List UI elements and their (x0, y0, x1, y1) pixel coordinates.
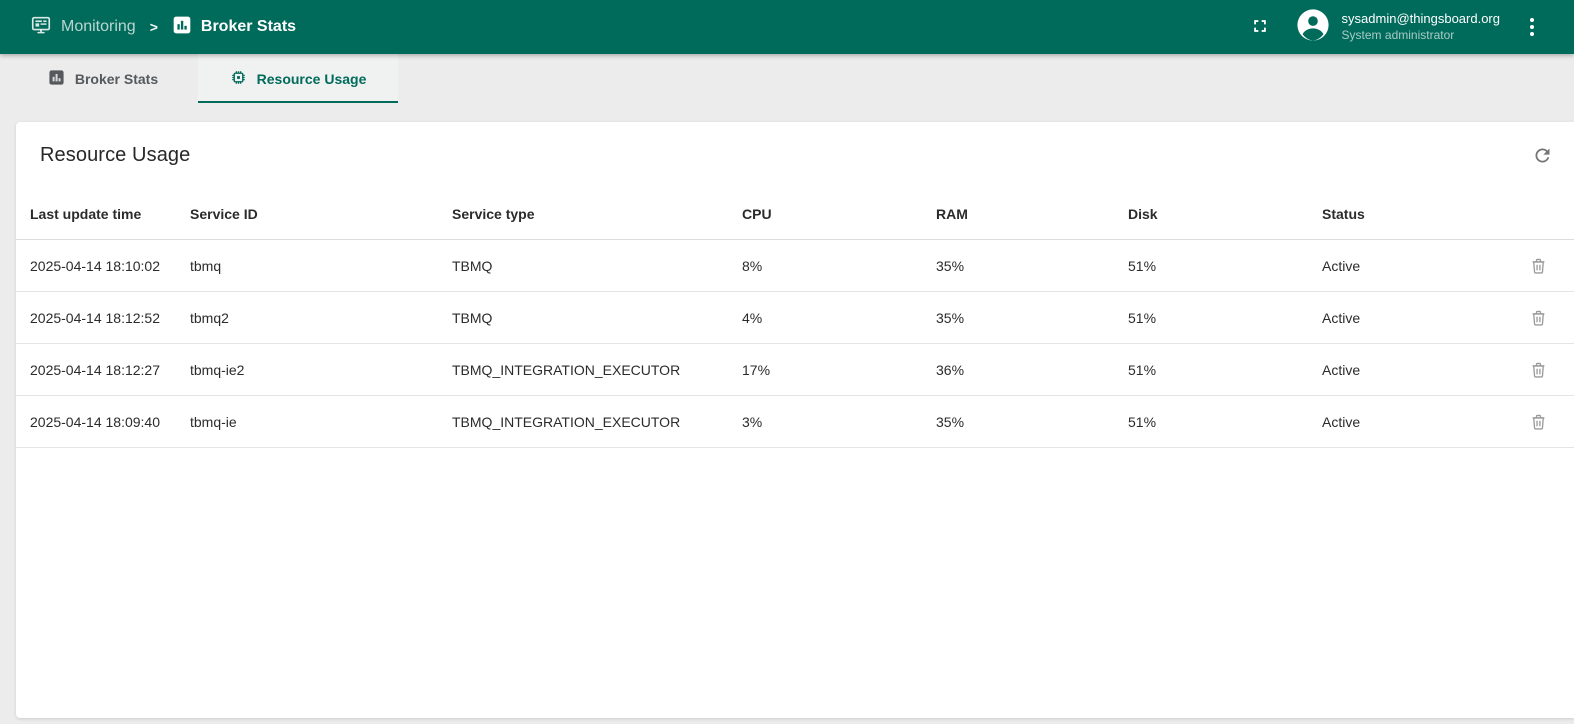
cell-last-update-time: 2025-04-14 18:09:40 (30, 414, 190, 430)
tab-label: Resource Usage (257, 71, 367, 87)
delete-trash-icon (1529, 360, 1548, 379)
user-info[interactable]: sysadmin@thingsboard.org System administ… (1342, 11, 1500, 43)
cell-service-type: TBMQ_INTEGRATION_EXECUTOR (452, 414, 742, 430)
delete-row-button[interactable] (1520, 248, 1556, 284)
tab-label: Broker Stats (75, 71, 158, 87)
breadcrumb-item-broker-stats[interactable]: Broker Stats (172, 15, 296, 40)
cell-service-type: TBMQ_INTEGRATION_EXECUTOR (452, 362, 742, 378)
cell-last-update-time: 2025-04-14 18:12:52 (30, 310, 190, 326)
table-header-row: Last update time Service ID Service type… (16, 188, 1574, 240)
cell-cpu: 4% (742, 310, 936, 326)
column-header-service-type[interactable]: Service type (452, 206, 742, 222)
tab-resource-usage[interactable]: Resource Usage (198, 54, 398, 103)
cell-status: Active (1322, 362, 1510, 378)
column-header-disk[interactable]: Disk (1128, 206, 1322, 222)
column-header-last-update-time[interactable]: Last update time (30, 206, 190, 222)
kebab-menu-icon (1530, 18, 1534, 36)
tab-broker-stats[interactable]: Broker Stats (8, 54, 198, 103)
bar-chart-icon (48, 69, 65, 89)
user-email: sysadmin@thingsboard.org (1342, 11, 1500, 28)
monitoring-display-icon (30, 14, 52, 41)
cell-ram: 35% (936, 414, 1128, 430)
cell-service-id: tbmq-ie2 (190, 362, 452, 378)
tab-bar: Broker Stats Resource Usage (0, 54, 1574, 103)
column-header-cpu[interactable]: CPU (742, 206, 936, 222)
fullscreen-button[interactable] (1242, 9, 1278, 45)
table-row[interactable]: 2025-04-14 18:12:52 tbmq2 TBMQ 4% 35% 51… (16, 292, 1574, 344)
column-header-service-id[interactable]: Service ID (190, 206, 452, 222)
cell-disk: 51% (1128, 362, 1322, 378)
cell-last-update-time: 2025-04-14 18:12:27 (30, 362, 190, 378)
card-header: Resource Usage (16, 122, 1574, 188)
breadcrumb: Monitoring > Broker Stats (30, 14, 296, 41)
bar-chart-icon (172, 15, 192, 40)
cell-ram: 35% (936, 310, 1128, 326)
app-bar: Monitoring > Broker Stats (0, 0, 1574, 54)
table-row[interactable]: 2025-04-14 18:10:02 tbmq TBMQ 8% 35% 51%… (16, 240, 1574, 292)
refresh-button[interactable] (1524, 137, 1560, 173)
page-title: Resource Usage (40, 144, 190, 167)
delete-row-button[interactable] (1520, 352, 1556, 388)
column-header-ram[interactable]: RAM (936, 206, 1128, 222)
cell-ram: 36% (936, 362, 1128, 378)
breadcrumb-label-broker-stats: Broker Stats (201, 18, 296, 36)
cell-cpu: 17% (742, 362, 936, 378)
delete-trash-icon (1529, 256, 1548, 275)
cell-cpu: 3% (742, 414, 936, 430)
resource-usage-card: Resource Usage Last update time Service … (16, 122, 1574, 718)
column-header-status[interactable]: Status (1322, 206, 1510, 222)
cell-disk: 51% (1128, 310, 1322, 326)
cell-service-type: TBMQ (452, 258, 742, 274)
more-options-button[interactable] (1518, 9, 1546, 45)
breadcrumb-label-monitoring: Monitoring (61, 18, 136, 36)
memory-chip-icon (230, 69, 247, 89)
cell-status: Active (1322, 258, 1510, 274)
cell-service-id: tbmq2 (190, 310, 452, 326)
delete-row-button[interactable] (1520, 300, 1556, 336)
table-row[interactable]: 2025-04-14 18:09:40 tbmq-ie TBMQ_INTEGRA… (16, 396, 1574, 448)
delete-row-button[interactable] (1520, 404, 1556, 440)
cell-cpu: 8% (742, 258, 936, 274)
cell-ram: 35% (936, 258, 1128, 274)
cell-service-id: tbmq-ie (190, 414, 452, 430)
table-body: 2025-04-14 18:10:02 tbmq TBMQ 8% 35% 51%… (16, 240, 1574, 448)
cell-service-type: TBMQ (452, 310, 742, 326)
fullscreen-icon (1250, 16, 1270, 39)
account-circle-icon[interactable] (1296, 8, 1330, 47)
breadcrumb-item-monitoring[interactable]: Monitoring (30, 14, 136, 41)
cell-status: Active (1322, 414, 1510, 430)
delete-trash-icon (1529, 412, 1548, 431)
resource-usage-table: Last update time Service ID Service type… (16, 188, 1574, 448)
cell-disk: 51% (1128, 258, 1322, 274)
cell-status: Active (1322, 310, 1510, 326)
table-row[interactable]: 2025-04-14 18:12:27 tbmq-ie2 TBMQ_INTEGR… (16, 344, 1574, 396)
appbar-actions: sysadmin@thingsboard.org System administ… (1242, 8, 1546, 47)
breadcrumb-separator: > (146, 19, 162, 35)
cell-last-update-time: 2025-04-14 18:10:02 (30, 258, 190, 274)
cell-disk: 51% (1128, 414, 1322, 430)
refresh-icon (1532, 145, 1553, 166)
cell-service-id: tbmq (190, 258, 452, 274)
delete-trash-icon (1529, 308, 1548, 327)
user-role: System administrator (1342, 28, 1500, 44)
